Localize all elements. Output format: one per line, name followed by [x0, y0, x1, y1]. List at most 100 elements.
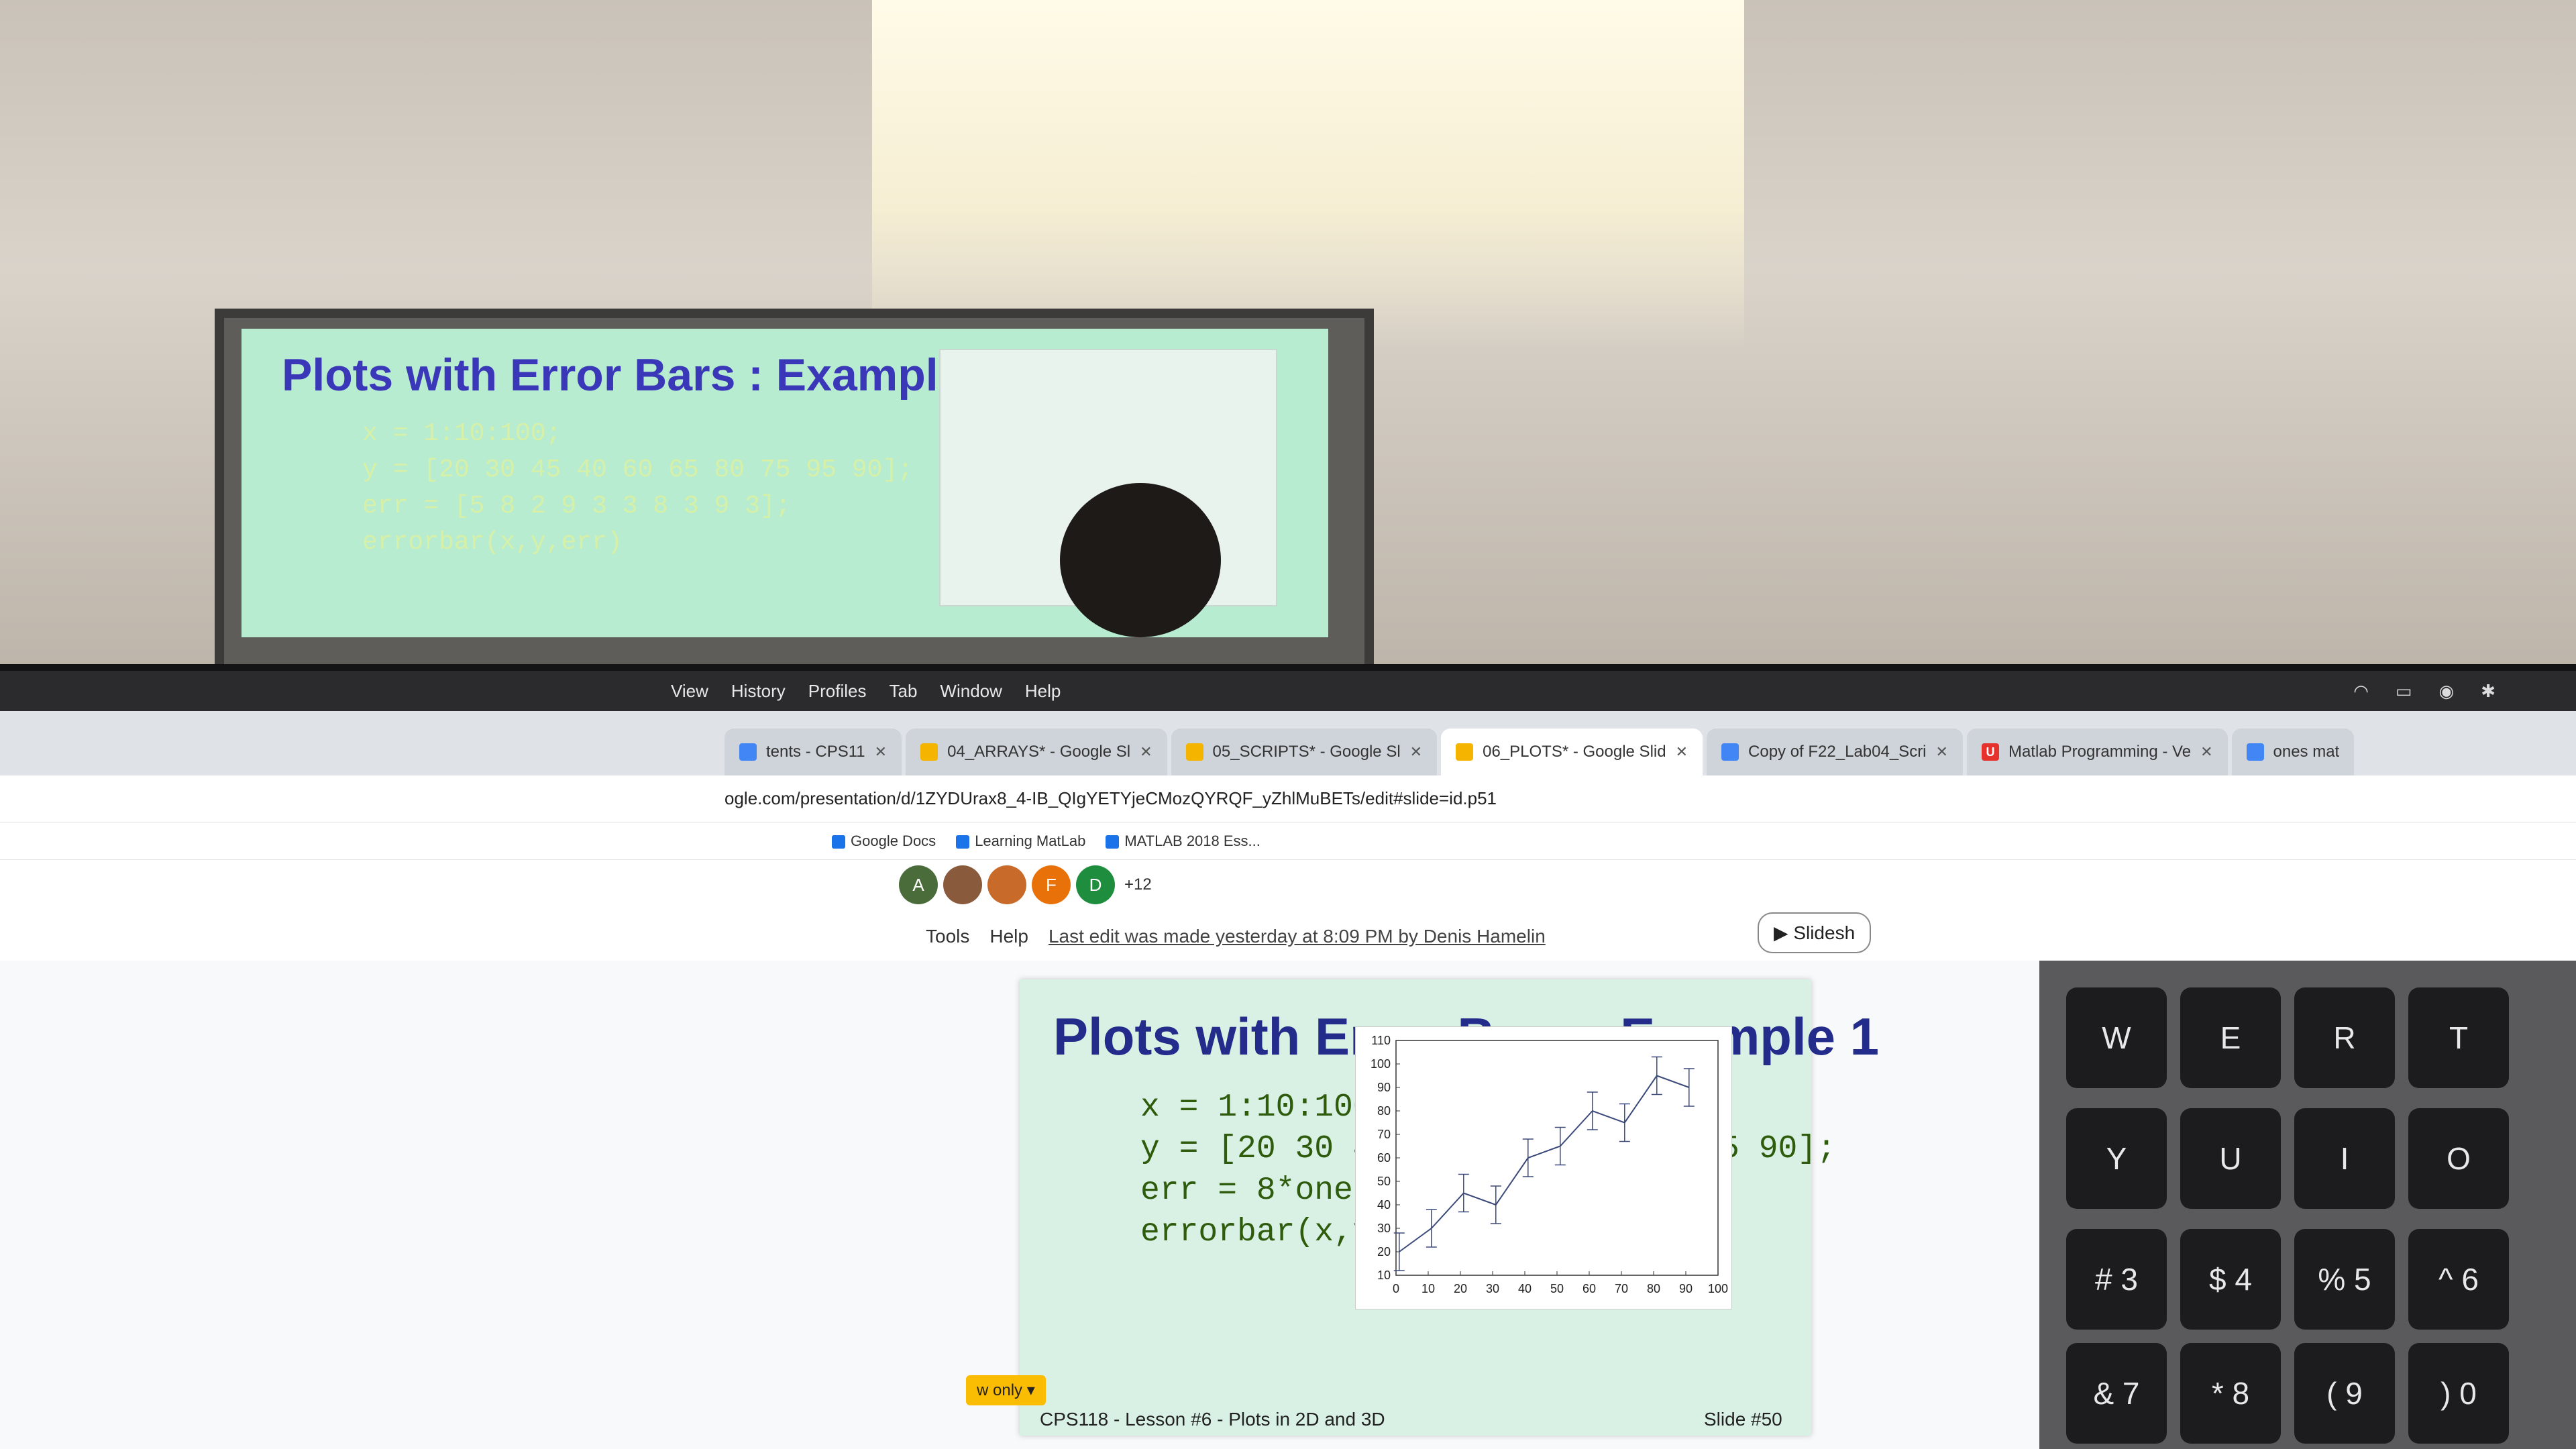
bookmark-google-docs[interactable]: Google Docs [832, 833, 936, 850]
tab-lab04[interactable]: Copy of F22_Lab04_Scri ✕ [1707, 729, 1963, 775]
y-tick-label: 50 [1377, 1175, 1391, 1188]
key: ^ 6 [2408, 1229, 2509, 1330]
address-bar[interactable]: ogle.com/presentation/d/1ZYDUrax8_4-IB_Q… [0, 775, 2576, 822]
matlab-icon [1106, 835, 1120, 849]
x-tick-label: 50 [1550, 1282, 1564, 1295]
x-tick-label: 10 [1421, 1282, 1435, 1295]
x-tick-label: 60 [1582, 1282, 1596, 1295]
menu-tab[interactable]: Tab [890, 681, 918, 702]
key: $ 4 [2180, 1229, 2281, 1330]
y-tick-label: 90 [1377, 1081, 1391, 1094]
tab-label: ones mat [2273, 743, 2340, 761]
y-tick-label: 10 [1377, 1269, 1391, 1282]
slideshow-label: Slidesh [1793, 922, 1856, 943]
google-icon [2246, 743, 2264, 761]
tab-arrays[interactable]: 04_ARRAYS* - Google Sl ✕ [906, 729, 1167, 775]
close-icon[interactable]: ✕ [1936, 743, 1948, 761]
key: % 5 [2294, 1229, 2395, 1330]
bookmark-label: Google Docs [851, 832, 936, 849]
close-icon[interactable]: ✕ [1676, 743, 1688, 761]
slideshow-button[interactable]: ▶ Slidesh [1758, 912, 1872, 953]
key: # 3 [2066, 1229, 2167, 1330]
tab-label: 05_SCRIPTS* - Google Sl [1212, 743, 1401, 761]
tab-cps11[interactable]: tents - CPS11 ✕ [724, 729, 902, 775]
projected-slide-code: x = 1:10:100; y = [20 30 45 40 60 65 80 … [362, 419, 913, 557]
key: Y [2066, 1108, 2167, 1209]
key: R [2294, 987, 2395, 1088]
slides-icon [1456, 743, 1474, 761]
y-tick-label: 70 [1377, 1128, 1391, 1141]
menu-view[interactable]: View [671, 681, 708, 702]
menu-window[interactable]: Window [940, 681, 1002, 702]
y-tick-label: 20 [1377, 1245, 1391, 1258]
collaborator-count[interactable]: +12 [1124, 875, 1152, 894]
tab-label: 06_PLOTS* - Google Slid [1483, 743, 1666, 761]
matlab-icon [956, 835, 970, 849]
close-icon[interactable]: ✕ [2200, 743, 2212, 761]
battery-icon[interactable]: ▭ [2396, 681, 2412, 702]
docs-icon [739, 743, 757, 761]
bookmark-learning-matlab[interactable]: Learning MatLab [956, 833, 1085, 850]
bluetooth-icon[interactable]: ✱ [2481, 681, 2496, 702]
avatar[interactable]: F [1032, 865, 1071, 904]
slide-footer-course: CPS118 - Lesson #6 - Plots in 2D and 3D [1040, 1409, 1385, 1430]
tab-label: tents - CPS11 [766, 743, 865, 761]
tab-scripts[interactable]: 05_SCRIPTS* - Google Sl ✕ [1171, 729, 1438, 775]
y-tick-label: 100 [1371, 1057, 1391, 1071]
tab-matlab-programming[interactable]: U Matlab Programming - Ve ✕ [1966, 729, 2228, 775]
bookmark-matlab-2018[interactable]: MATLAB 2018 Ess... [1106, 833, 1260, 850]
x-tick-label: 70 [1615, 1282, 1628, 1295]
close-icon[interactable]: ✕ [875, 743, 887, 761]
key: & 7 [2066, 1343, 2167, 1444]
menu-profiles[interactable]: Profiles [808, 681, 867, 702]
code-line: x = 1:10:100; [1140, 1089, 1392, 1126]
menu-help[interactable]: Help [1025, 681, 1061, 702]
close-icon[interactable]: ✕ [1140, 743, 1152, 761]
avatar[interactable] [987, 865, 1026, 904]
key: ( 9 [2294, 1343, 2395, 1444]
errorbar-chart-svg: 0 10 20 30 40 50 60 70 80 90 100102030405060708090… [1371, 1034, 1728, 1295]
y-tick-label: 80 [1377, 1104, 1391, 1118]
key: ) 0 [2408, 1343, 2509, 1444]
tab-label: Copy of F22_Lab04_Scri [1748, 743, 1927, 761]
y-tick-label: 60 [1377, 1151, 1391, 1165]
close-icon[interactable]: ✕ [1410, 743, 1422, 761]
ceiling-light [872, 0, 1744, 349]
menu-help-slides[interactable]: Help [989, 926, 1028, 947]
menu-history[interactable]: History [731, 681, 786, 702]
errorbar-chart: 0 10 20 30 40 50 60 70 80 90 100 10 20 30 40 50 60 70 80 90… [1355, 1026, 1732, 1309]
tab-label: Matlab Programming - Ve [2008, 743, 2192, 761]
last-edit-link[interactable]: Last edit was made yesterday at 8:09 PM … [1049, 926, 1546, 947]
url-text[interactable]: ogle.com/presentation/d/1ZYDUrax8_4-IB_Q… [724, 788, 1497, 809]
browser-tabbar: tents - CPS11 ✕ 04_ARRAYS* - Google Sl ✕… [0, 711, 2576, 775]
control-center-icon[interactable]: ◉ [2439, 681, 2455, 702]
key: U [2180, 1108, 2281, 1209]
x-tick-label: 20 [1454, 1282, 1467, 1295]
audience-person [1060, 483, 1221, 637]
wifi-icon[interactable]: ◠ [2353, 681, 2369, 702]
collaborator-avatars: A F D +12 [899, 865, 1152, 904]
tab-ones-mat[interactable]: ones mat [2231, 729, 2355, 775]
docs-icon [1721, 743, 1739, 761]
key: I [2294, 1108, 2395, 1209]
slides-icon [920, 743, 938, 761]
avatar[interactable] [943, 865, 982, 904]
slides-icon [1185, 743, 1203, 761]
avatar[interactable]: D [1076, 865, 1115, 904]
slideshow-icon: ▶ [1774, 922, 1794, 943]
menu-tools[interactable]: Tools [926, 926, 969, 947]
bookmarks-bar: Google Docs Learning MatLab MATLAB 2018 … [0, 822, 2576, 860]
projected-slide-title: Plots with Error Bars : Example 2 [282, 350, 1002, 400]
key: * 8 [2180, 1343, 2281, 1444]
avatar[interactable]: A [899, 865, 938, 904]
bookmark-label: MATLAB 2018 Ess... [1124, 832, 1260, 849]
mac-menubar: View History Profiles Tab Window Help ◠ … [0, 671, 2576, 711]
key: T [2408, 987, 2509, 1088]
view-only-badge[interactable]: w only ▾ [966, 1375, 1046, 1405]
u-icon: U [1981, 743, 1999, 761]
tab-plots[interactable]: 06_PLOTS* - Google Slid ✕ [1441, 729, 1703, 775]
x-tick-label: 0 [1393, 1282, 1399, 1295]
x-tick-label: 100 [1708, 1282, 1728, 1295]
x-tick-label: 80 [1647, 1282, 1660, 1295]
bookmark-label: Learning MatLab [975, 832, 1086, 849]
